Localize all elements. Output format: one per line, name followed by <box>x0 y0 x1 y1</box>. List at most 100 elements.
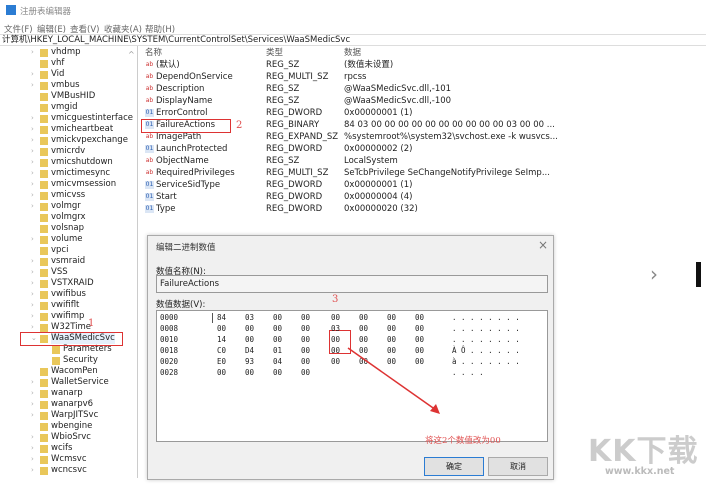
tree-item[interactable]: › vwififlt <box>0 300 138 311</box>
tree-item[interactable]: › vwifibus <box>0 289 138 300</box>
hex-byte[interactable]: 00 <box>387 334 396 345</box>
hex-byte[interactable]: 14 <box>217 334 226 345</box>
tree-item[interactable]: volmgrx <box>0 212 138 223</box>
hex-byte[interactable]: 00 <box>387 345 396 356</box>
expand-icon[interactable]: › <box>31 190 34 201</box>
tree-item[interactable]: › vhdmp <box>0 47 138 58</box>
tree-item[interactable]: › vmicheartbeat <box>0 124 138 135</box>
tree-item[interactable]: › vmickvpexchange <box>0 135 138 146</box>
tree-item[interactable]: vhf <box>0 58 138 69</box>
list-row[interactable]: 01 LaunchProtected REG_DWORD 0x00000002 (2) <box>140 143 560 155</box>
tree-item[interactable]: › vmictimesync <box>0 168 138 179</box>
hex-byte[interactable]: 93 <box>245 356 254 367</box>
list-row[interactable]: ab ObjectName REG_SZ LocalSystem <box>140 155 560 167</box>
list-row[interactable]: 01 Type REG_DWORD 0x00000020 (32) <box>140 203 560 215</box>
hex-byte[interactable]: 00 <box>387 323 396 334</box>
hex-byte[interactable]: C0 <box>217 345 226 356</box>
expand-icon[interactable]: › <box>31 124 34 135</box>
close-icon[interactable]: × <box>538 238 548 252</box>
list-row[interactable]: ab DependOnService REG_MULTI_SZ rpcss <box>140 71 560 83</box>
expand-icon[interactable]: › <box>31 388 34 399</box>
hex-byte[interactable]: 00 <box>359 323 368 334</box>
tree-item[interactable]: Security <box>0 355 138 366</box>
tree-item[interactable]: › vmicshutdown <box>0 157 138 168</box>
hex-byte[interactable]: 00 <box>217 323 226 334</box>
expand-icon[interactable]: › <box>31 168 34 179</box>
hex-byte[interactable]: 01 <box>273 345 282 356</box>
tree-item[interactable]: wbengine <box>0 421 138 432</box>
expand-icon[interactable]: › <box>31 300 34 311</box>
hex-byte[interactable]: 03 <box>331 323 340 334</box>
expand-icon[interactable]: › <box>31 69 34 80</box>
expand-icon[interactable]: › <box>31 278 34 289</box>
address-bar[interactable]: 计算机\HKEY_LOCAL_MACHINE\SYSTEM\CurrentCon… <box>0 34 706 46</box>
tree-item[interactable]: vpci <box>0 245 138 256</box>
expand-icon[interactable]: › <box>31 47 34 58</box>
hex-byte[interactable]: 00 <box>359 345 368 356</box>
hex-byte[interactable]: 00 <box>415 323 424 334</box>
expand-icon[interactable]: › <box>31 157 34 168</box>
hex-byte[interactable]: 84 <box>217 312 226 323</box>
tree-item[interactable]: › WalletService <box>0 377 138 388</box>
hex-byte[interactable]: 00 <box>217 367 226 378</box>
expand-icon[interactable]: › <box>31 135 34 146</box>
expand-icon[interactable]: › <box>31 146 34 157</box>
tree-item[interactable]: › volume <box>0 234 138 245</box>
scroll-up-icon[interactable]: ^ <box>128 50 135 59</box>
tree-item[interactable]: › wcifs <box>0 443 138 454</box>
tree-item[interactable]: › WbioSrvc <box>0 432 138 443</box>
hex-byte[interactable]: 00 <box>415 345 424 356</box>
hex-byte[interactable]: E0 <box>217 356 226 367</box>
hex-byte[interactable]: 00 <box>387 312 396 323</box>
expand-icon[interactable]: › <box>31 454 34 465</box>
column-name[interactable]: 名称 <box>145 47 162 59</box>
tree-item[interactable]: VMBusHID <box>0 91 138 102</box>
tree-item[interactable]: › vmicguestinterface <box>0 113 138 124</box>
tree-item[interactable]: › wanarp <box>0 388 138 399</box>
tree-item[interactable]: WacomPen <box>0 366 138 377</box>
expand-icon[interactable]: › <box>31 179 34 190</box>
tree-item[interactable]: › vsmraid <box>0 256 138 267</box>
expand-icon[interactable]: › <box>31 234 34 245</box>
hex-byte[interactable]: 00 <box>273 367 282 378</box>
cancel-button[interactable]: 取消 <box>488 457 548 476</box>
list-row[interactable]: 01 ServiceSidType REG_DWORD 0x00000001 (1) <box>140 179 560 191</box>
tree-item[interactable]: › WarpJITSvc <box>0 410 138 421</box>
chevron-right-icon[interactable]: › <box>650 262 658 286</box>
expand-icon[interactable]: › <box>31 267 34 278</box>
column-data[interactable]: 数据 <box>344 47 361 59</box>
tree-item[interactable]: › vmicrdv <box>0 146 138 157</box>
tree-item[interactable]: › vmicvmsession <box>0 179 138 190</box>
tree-item[interactable]: › vmbus <box>0 80 138 91</box>
list-row[interactable]: 01 Start REG_DWORD 0x00000004 (4) <box>140 191 560 203</box>
expand-icon[interactable]: › <box>31 432 34 443</box>
hex-byte[interactable]: 00 <box>245 367 254 378</box>
list-row[interactable]: ab DisplayName REG_SZ @WaaSMedicSvc.dll,-10… <box>140 95 560 107</box>
tree-item[interactable]: › VSTXRAID <box>0 278 138 289</box>
expand-icon[interactable]: › <box>31 256 34 267</box>
tree-item[interactable]: › VSS <box>0 267 138 278</box>
hex-byte[interactable]: 00 <box>331 345 340 356</box>
expand-icon[interactable]: › <box>31 465 34 476</box>
hex-byte[interactable]: 00 <box>331 356 340 367</box>
hex-byte[interactable]: 00 <box>359 334 368 345</box>
column-type[interactable]: 类型 <box>266 47 283 59</box>
expand-icon[interactable]: › <box>31 399 34 410</box>
hex-byte[interactable]: 00 <box>301 323 310 334</box>
hex-byte[interactable]: 00 <box>273 323 282 334</box>
hex-byte[interactable]: 00 <box>301 334 310 345</box>
tree-item[interactable]: volsnap <box>0 223 138 234</box>
hex-byte[interactable]: 00 <box>245 323 254 334</box>
tree-item[interactable]: › wanarpv6 <box>0 399 138 410</box>
hex-byte[interactable]: 00 <box>359 356 368 367</box>
hex-byte[interactable]: 00 <box>331 312 340 323</box>
hex-byte[interactable]: 00 <box>301 345 310 356</box>
hex-byte[interactable]: 03 <box>245 312 254 323</box>
hex-byte[interactable]: 00 <box>415 312 424 323</box>
hex-byte[interactable]: 00 <box>301 312 310 323</box>
hex-byte[interactable]: 00 <box>301 367 310 378</box>
expand-icon[interactable]: › <box>31 289 34 300</box>
hex-byte[interactable]: 00 <box>331 334 340 345</box>
hex-byte[interactable]: 00 <box>387 356 396 367</box>
hex-byte[interactable]: 00 <box>415 356 424 367</box>
